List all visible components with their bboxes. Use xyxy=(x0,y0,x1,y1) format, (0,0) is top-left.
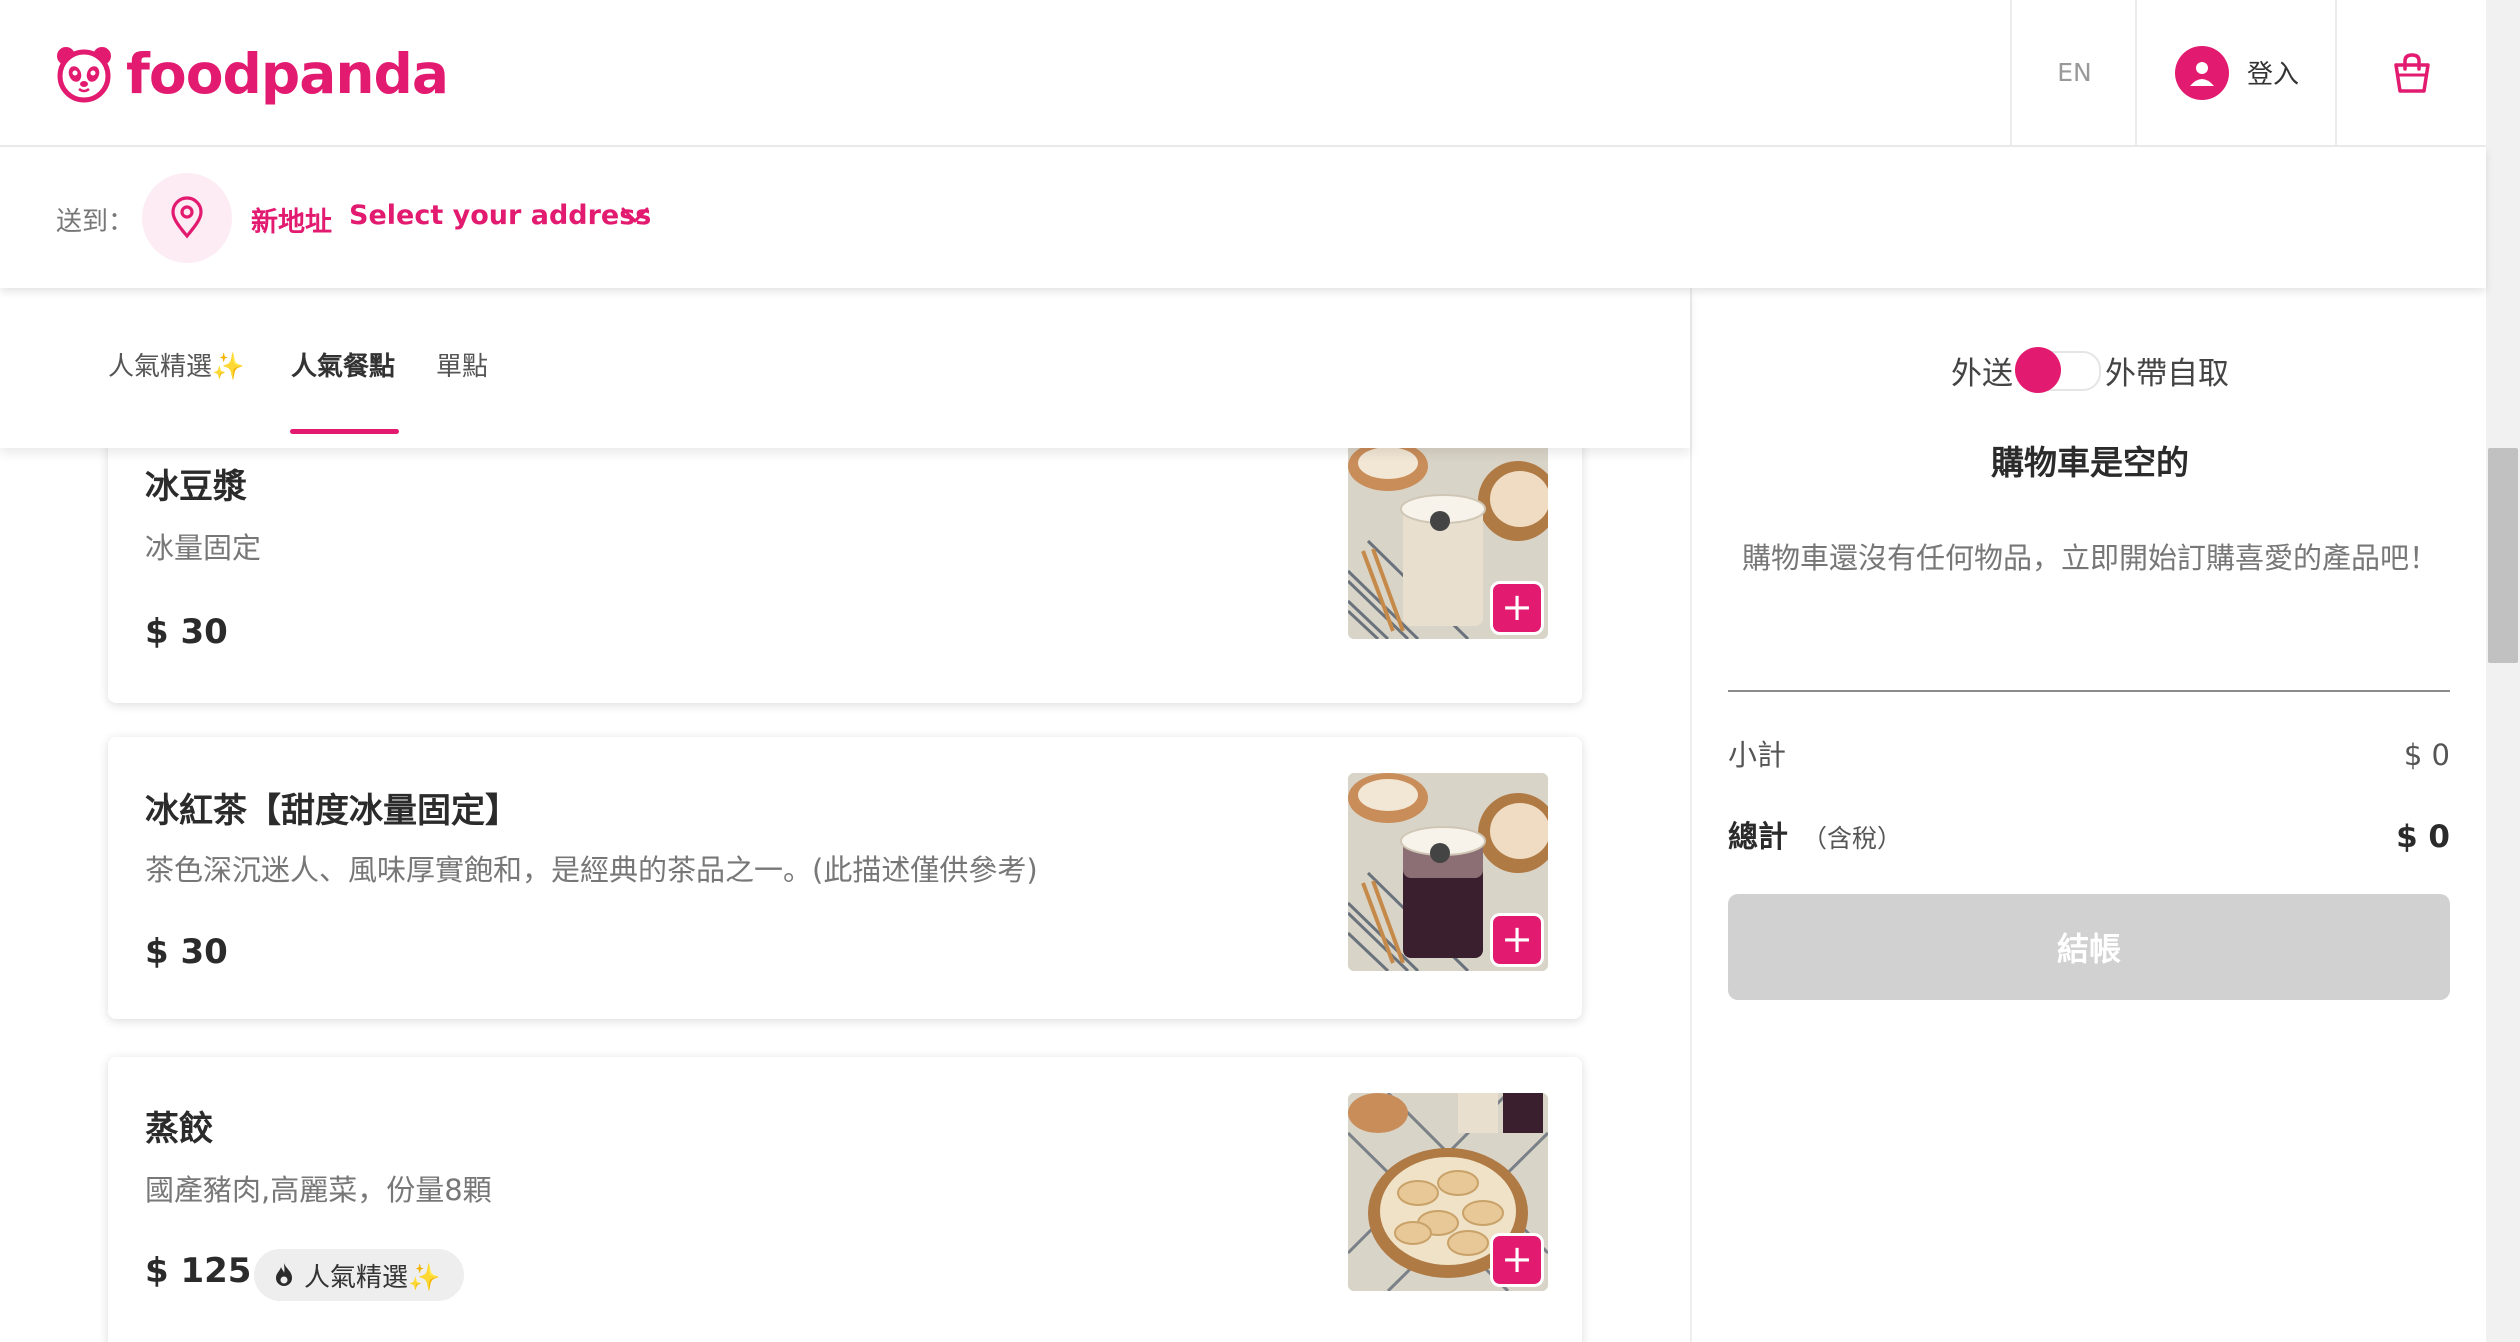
page-scrollbar-thumb[interactable] xyxy=(2488,448,2518,663)
top-header: foodpanda EN 登入 xyxy=(0,0,2486,147)
menu-item-price: $ 125 xyxy=(145,1251,252,1291)
flame-icon xyxy=(276,1263,292,1286)
menu-item-description: 冰量固定 xyxy=(145,531,262,565)
menu-item-description: 國產豬肉,高麗菜，份量8顆 xyxy=(145,1173,492,1207)
category-tabs: 人氣精選✨ 人氣餐點 單點 xyxy=(0,288,1690,448)
location-pin-icon[interactable] xyxy=(142,173,232,263)
delivery-label[interactable]: 外送 xyxy=(1951,348,2013,393)
pickup-label[interactable]: 外帶自取 xyxy=(2105,348,2229,393)
add-to-cart-button[interactable]: + xyxy=(1490,581,1544,635)
menu-item-image: + xyxy=(1348,773,1548,971)
popular-badge: 人氣精選✨ xyxy=(254,1249,465,1301)
tab-popular-dishes[interactable]: 人氣餐點 xyxy=(291,346,395,383)
add-to-cart-button[interactable]: + xyxy=(1490,1233,1544,1287)
active-tab-indicator xyxy=(290,429,399,434)
select-address-link[interactable]: Select your address xyxy=(349,200,651,231)
page-scrollbar-track[interactable] xyxy=(2486,0,2520,1342)
menu-item-name: 冰紅茶【甜度冰量固定】 xyxy=(145,791,519,831)
total-row: 總計 （含稅） $ 0 xyxy=(1728,812,2450,856)
panda-logo-icon xyxy=(57,47,111,103)
add-to-cart-button[interactable]: + xyxy=(1490,913,1544,967)
total-label: 總計 xyxy=(1728,820,1788,855)
checkout-button[interactable]: 結帳 xyxy=(1728,894,2450,1000)
tab-single-items[interactable]: 單點 xyxy=(436,346,488,383)
foodpanda-logo[interactable]: foodpanda xyxy=(54,42,449,106)
total-tax-note: （含稅） xyxy=(1802,824,1903,853)
menu-item-card[interactable]: 蒸餃 國產豬肉,高麗菜，份量8顆 $ 125 人氣精選✨ + xyxy=(108,1057,1582,1342)
tab-popular-picks[interactable]: 人氣精選✨ xyxy=(108,346,244,383)
login-button[interactable]: 登入 xyxy=(2135,0,2337,145)
cart-empty-message: 購物車還沒有任何物品，立即開始訂購喜愛的產品吧！ xyxy=(1742,541,2439,575)
subtotal-label: 小計 xyxy=(1728,738,1787,772)
cart-button[interactable] xyxy=(2335,0,2487,145)
chevron-down-icon[interactable] xyxy=(620,205,650,225)
popular-badge-label: 人氣精選✨ xyxy=(304,1262,441,1293)
menu-item-card[interactable]: 冰豆漿 冰量固定 $ 30 + xyxy=(108,437,1582,703)
menu-item-name: 冰豆漿 xyxy=(145,467,247,507)
switch-knob xyxy=(2015,346,2061,393)
menu-item-description: 茶色深沉迷人、風味厚實飽和，是經典的茶品之一。(此描述僅供參考) xyxy=(145,853,1038,887)
menu-item-price: $ 30 xyxy=(145,612,228,652)
brand-name: foodpanda xyxy=(126,42,449,106)
menu-item-image: + xyxy=(1348,1093,1548,1291)
cart-empty-title: 購物車是空的 xyxy=(1991,443,2189,482)
language-switch[interactable]: EN xyxy=(2010,0,2137,145)
subtotal-row: 小計 $ 0 xyxy=(1728,732,2450,774)
cart-divider xyxy=(1728,690,2450,692)
menu-item-card[interactable]: 冰紅茶【甜度冰量固定】 茶色深沉迷人、風味厚實飽和，是經典的茶品之一。(此描述僅… xyxy=(108,737,1582,1019)
menu-item-price: $ 30 xyxy=(145,932,228,972)
address-bar: 送到： 新地址 Select your address xyxy=(0,147,2486,288)
login-label: 登入 xyxy=(2246,60,2299,90)
total-value: $ 0 xyxy=(2396,819,2450,855)
delivery-mode-toggle: 外送 外帶自取 xyxy=(1692,346,2488,393)
total-label-group: 總計 （含稅） xyxy=(1728,812,1902,856)
new-address-label[interactable]: 新地址 xyxy=(251,200,332,239)
deliver-to-label: 送到： xyxy=(56,207,135,237)
user-icon xyxy=(2174,45,2229,100)
cart-panel: 外送 外帶自取 購物車是空的 購物車還沒有任何物品，立即開始訂購喜愛的產品吧！ … xyxy=(1690,288,2488,1342)
subtotal-value: $ 0 xyxy=(2403,738,2450,772)
language-label: EN xyxy=(2057,58,2092,87)
delivery-pickup-switch[interactable] xyxy=(2015,346,2101,393)
menu-item-name: 蒸餃 xyxy=(145,1109,213,1149)
menu-item-image: + xyxy=(1348,441,1548,639)
shopping-bag-icon xyxy=(2394,52,2430,93)
